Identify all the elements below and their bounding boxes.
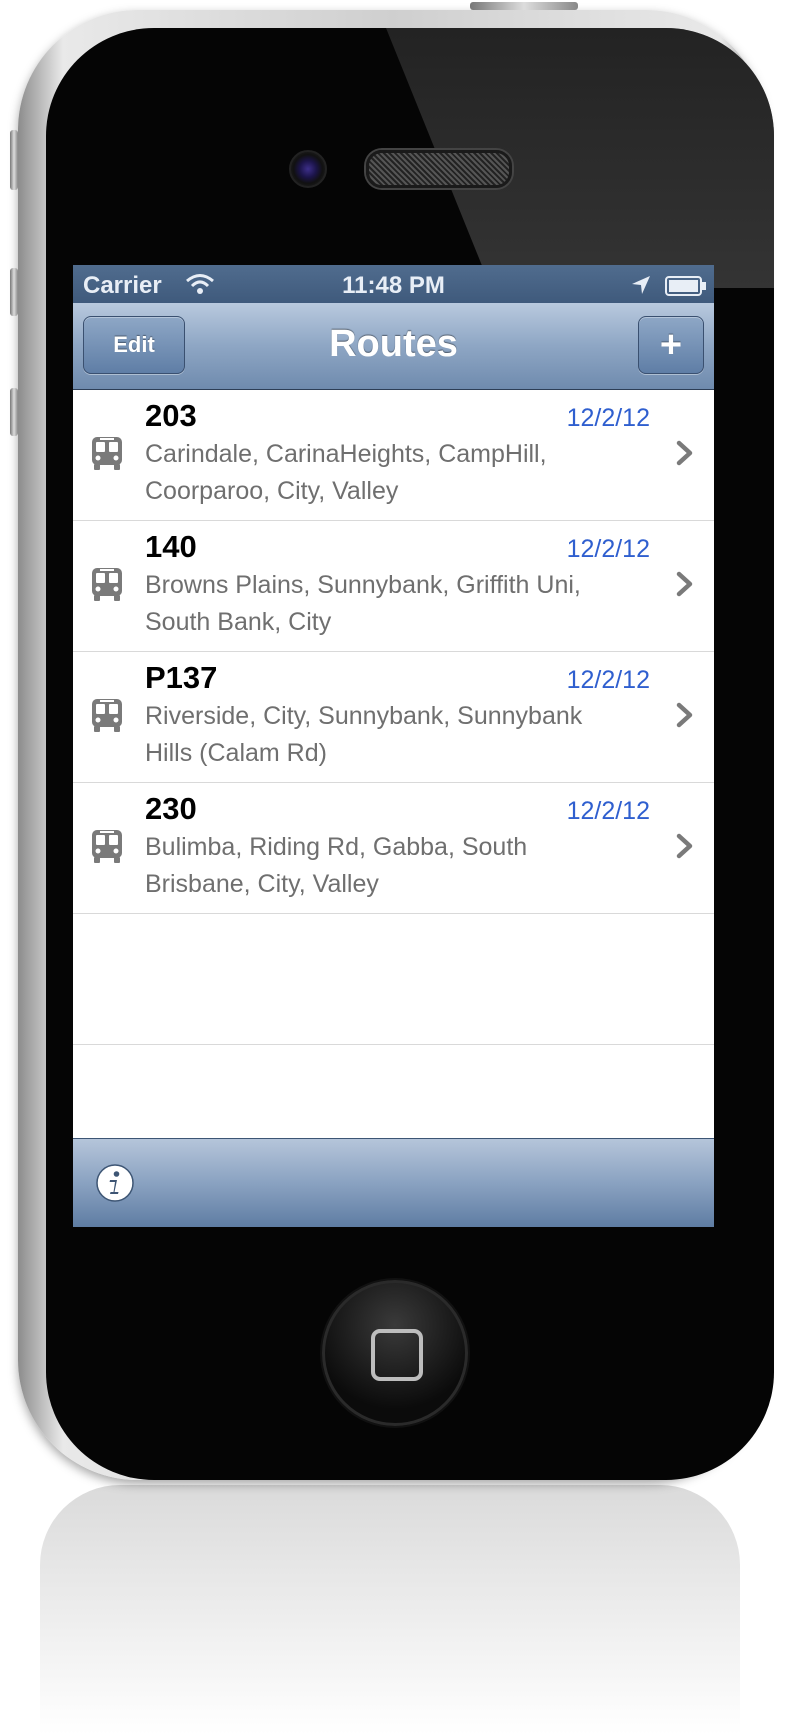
- route-list: 203 12/2/12 Carindale, CarinaHeights, Ca…: [73, 390, 714, 1045]
- phone-reflection: [40, 1485, 740, 1735]
- home-square-icon: [371, 1329, 423, 1381]
- bottom-toolbar: [73, 1138, 714, 1227]
- page-title: Routes: [329, 323, 458, 365]
- bus-icon: [89, 435, 125, 476]
- info-icon[interactable]: [95, 1163, 135, 1208]
- route-row[interactable]: 230 12/2/12 Bulimba, Riding Rd, Gabba, S…: [73, 783, 714, 914]
- volume-down-button: [10, 388, 18, 436]
- bus-icon: [89, 697, 125, 738]
- route-number: 140: [145, 529, 197, 564]
- chevron-right-icon: [676, 571, 694, 602]
- chevron-right-icon: [676, 440, 694, 471]
- chevron-right-icon: [676, 833, 694, 864]
- route-date: 12/2/12: [566, 535, 650, 563]
- empty-row: [73, 914, 714, 1045]
- location-arrow-icon: [630, 274, 652, 303]
- chevron-right-icon: [676, 702, 694, 733]
- mute-switch: [10, 130, 18, 190]
- route-stops: Riverside, City, Sunnybank, Sunnybank Hi…: [145, 702, 583, 767]
- route-row[interactable]: 203 12/2/12 Carindale, CarinaHeights, Ca…: [73, 390, 714, 521]
- navigation-bar: Edit Routes +: [73, 303, 714, 390]
- status-bar: Carrier 11:48 PM: [73, 265, 714, 303]
- route-number: P137: [145, 660, 218, 695]
- bus-icon: [89, 828, 125, 869]
- route-stops: Carindale, CarinaHeights, CampHill, Coor…: [145, 440, 547, 505]
- route-date: 12/2/12: [566, 797, 650, 825]
- route-stops: Browns Plains, Sunnybank, Griffith Uni, …: [145, 571, 581, 636]
- front-camera: [289, 150, 327, 188]
- earpiece-speaker: [366, 150, 512, 188]
- power-button: [470, 2, 578, 10]
- route-date: 12/2/12: [566, 666, 650, 694]
- battery-icon: [665, 275, 707, 303]
- route-row[interactable]: P137 12/2/12 Riverside, City, Sunnybank,…: [73, 652, 714, 783]
- bus-icon: [89, 566, 125, 607]
- status-time: 11:48 PM: [342, 272, 445, 299]
- route-row[interactable]: 140 12/2/12 Browns Plains, Sunnybank, Gr…: [73, 521, 714, 652]
- home-button[interactable]: [322, 1280, 468, 1426]
- route-stops: Bulimba, Riding Rd, Gabba, South Brisban…: [145, 833, 528, 898]
- add-route-button[interactable]: +: [638, 316, 704, 374]
- app-screen: Carrier 11:48 PM Edit Routes + 203 12/2/…: [73, 265, 714, 1227]
- route-number: 203: [145, 398, 197, 433]
- volume-up-button: [10, 268, 18, 316]
- route-number: 230: [145, 791, 197, 826]
- route-date: 12/2/12: [566, 404, 650, 432]
